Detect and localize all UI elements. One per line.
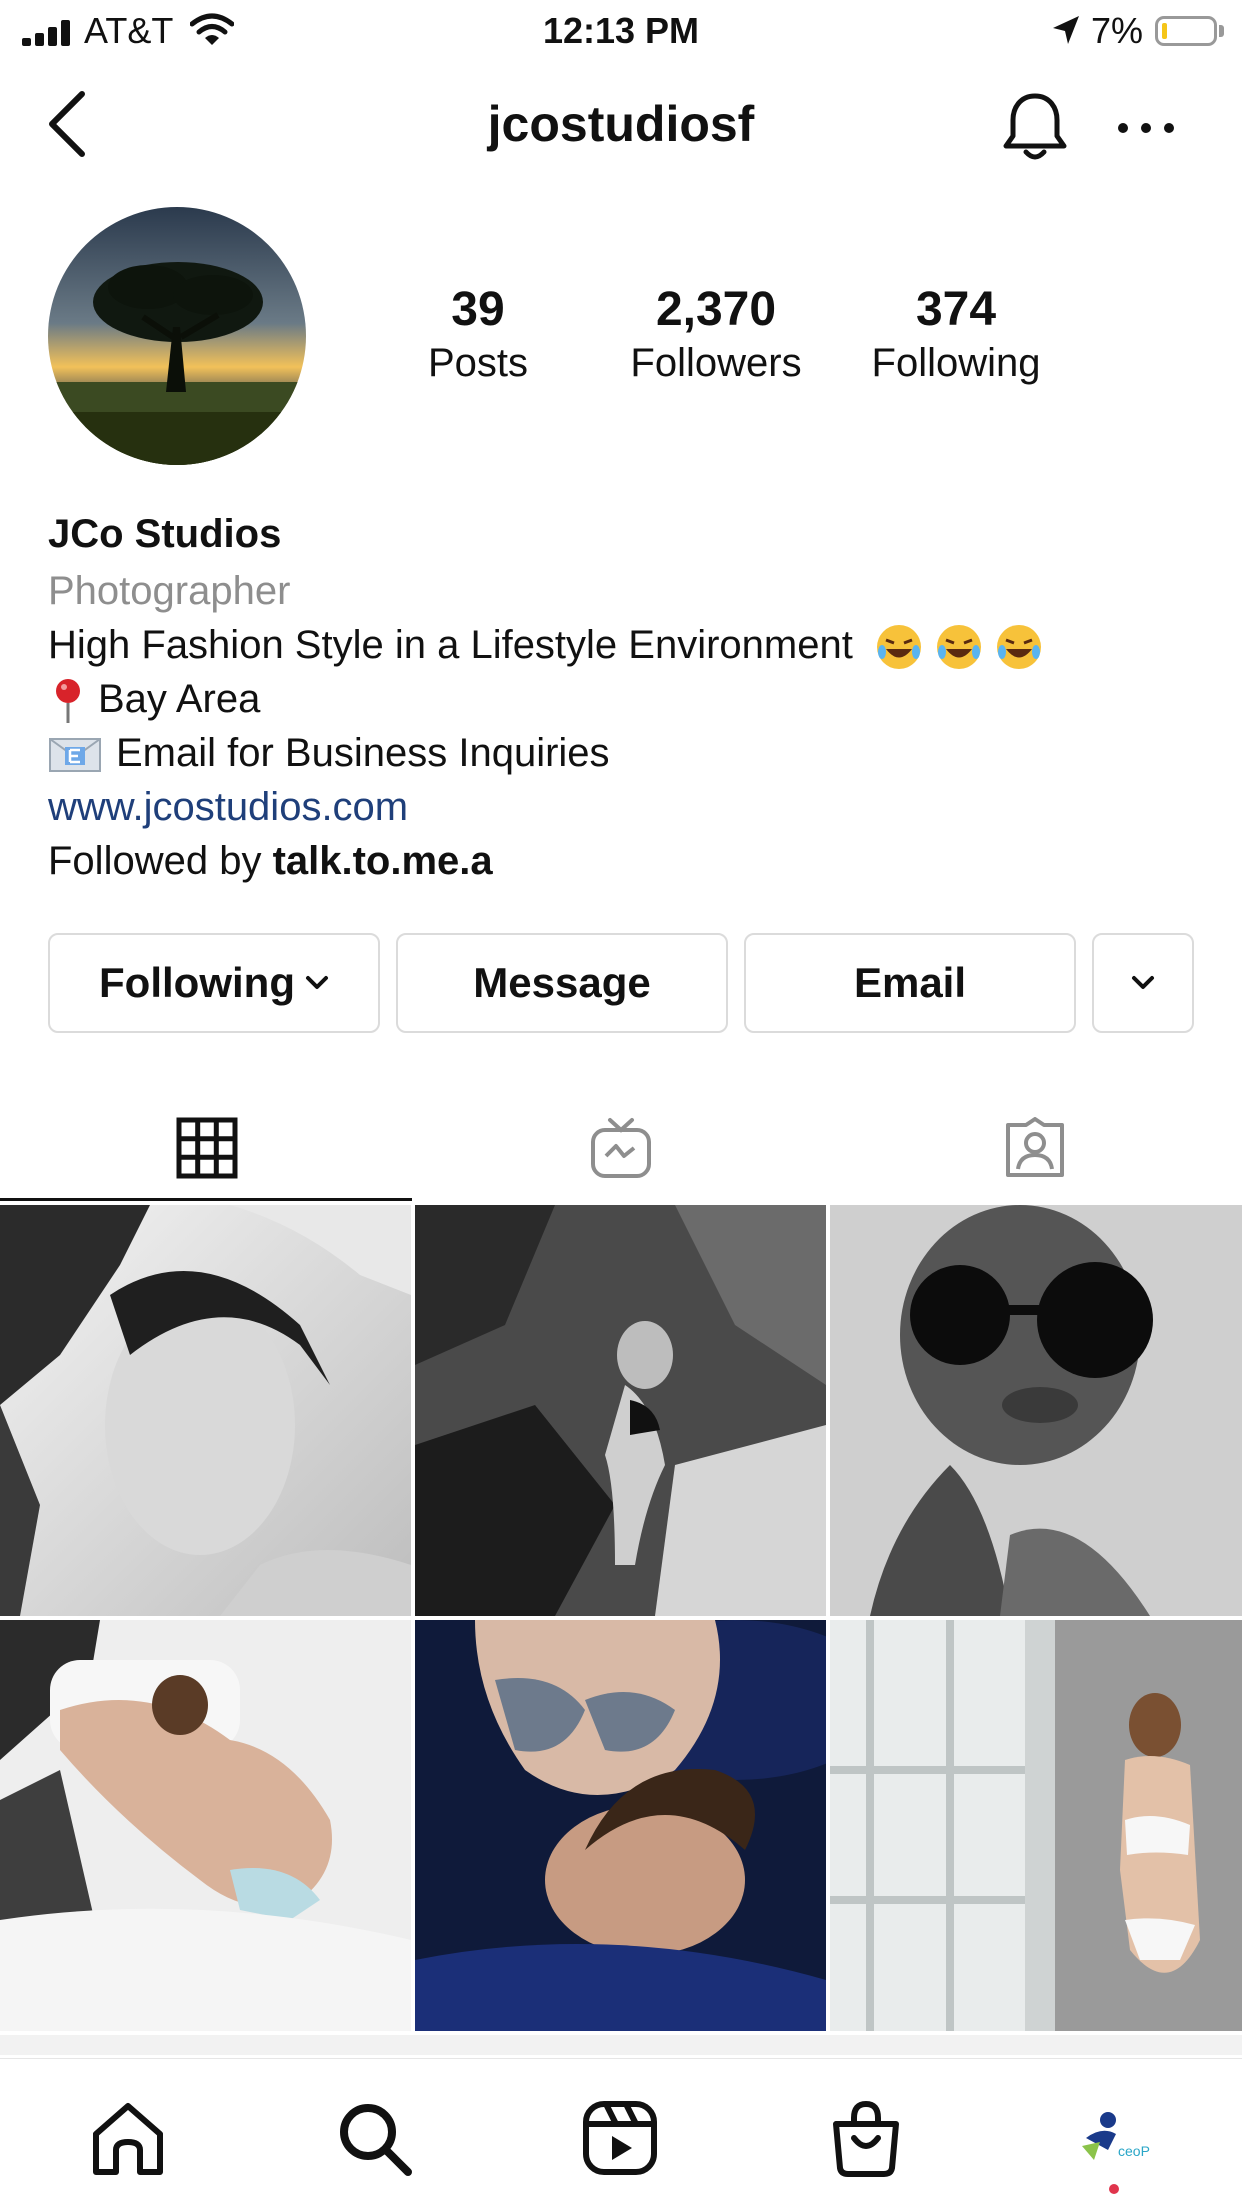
post-thumbnail-bw-portrait [0, 1205, 411, 1616]
tab-tagged[interactable] [828, 1096, 1242, 1200]
followed-by-user-link[interactable]: talk.to.me.a [273, 839, 493, 883]
grid-post-4[interactable] [0, 1620, 411, 2031]
bio-line-3-text: Email for Business Inquiries [116, 731, 610, 775]
profile-avatar[interactable] [48, 207, 306, 465]
stat-posts[interactable]: 39 Posts [368, 282, 588, 388]
battery-tip [1219, 25, 1224, 37]
stat-followers[interactable]: 2,370 Followers [606, 282, 826, 388]
home-icon[interactable] [88, 2098, 168, 2178]
bio-line-1: High Fashion Style in a Lifestyle Enviro… [48, 618, 1044, 672]
location-arrow-icon [1053, 16, 1079, 44]
bio-line-2: Bay Area [48, 672, 260, 726]
laughing-emoji-icon [876, 625, 921, 670]
stat-followers-value: 2,370 [655, 283, 777, 336]
shop-icon[interactable] [826, 2098, 906, 2178]
profile-tab-avatar[interactable]: ceoP [1072, 2098, 1152, 2178]
profile-category: Photographer [48, 569, 291, 613]
website-link[interactable]: www.jcostudios.com [48, 780, 408, 834]
followed-by: Followed by talk.to.me.a [48, 834, 493, 888]
post-thumbnail-blue-pillows [415, 1620, 826, 2031]
active-tab-indicator [0, 1198, 412, 1201]
ceop-logo: ceoP [1082, 2112, 1150, 2160]
message-button[interactable]: Message [396, 933, 728, 1033]
tagged-icon [1006, 1117, 1064, 1177]
bio-line-3: Email for Business Inquiries [48, 726, 610, 780]
bell-icon[interactable] [1000, 90, 1070, 162]
grid-post-1[interactable] [0, 1205, 411, 1616]
stat-following-value: 374 [915, 283, 997, 336]
stat-followers-label: Followers [630, 341, 802, 385]
post-thumbnail-window-lingerie [830, 1620, 1242, 2031]
igtv-icon [591, 1118, 651, 1178]
pin-emoji-icon [56, 679, 80, 724]
avatar-tree-sunset-image [48, 207, 306, 465]
email-button[interactable]: Email [744, 933, 1076, 1033]
laughing-emoji-icon [996, 625, 1041, 670]
laughing-emoji-icon [936, 625, 981, 670]
stat-posts-label: Posts [427, 341, 529, 385]
grid-post-3[interactable] [830, 1205, 1242, 1616]
chevron-down-icon [305, 976, 328, 989]
notification-dot [1109, 2184, 1119, 2194]
reels-icon[interactable] [580, 2098, 660, 2178]
tab-posts-grid[interactable] [0, 1096, 414, 1200]
email-button-label: Email [853, 959, 967, 1006]
grid-next-row-peek [0, 2035, 1242, 2055]
grid-icon [176, 1117, 238, 1179]
bio-line-2-text: Bay Area [98, 677, 261, 721]
post-thumbnail-bed [0, 1620, 411, 2031]
grid-post-6[interactable] [830, 1620, 1242, 2031]
following-button[interactable]: Following [48, 933, 380, 1033]
search-icon[interactable] [334, 2098, 414, 2178]
bio-line-1-text: High Fashion Style in a Lifestyle Enviro… [48, 623, 853, 667]
grid-post-5[interactable] [415, 1620, 826, 2031]
envelope-emoji-icon [49, 738, 101, 773]
tab-igtv[interactable] [414, 1096, 828, 1200]
more-options-button[interactable] [1118, 118, 1174, 138]
profile-name: JCo Studios [48, 512, 282, 556]
message-button-label: Message [473, 959, 651, 1006]
chevron-down-icon [1132, 976, 1154, 989]
status-bar: AT&T 12:13 PM 7% [0, 0, 1242, 64]
battery-level-fill [1162, 23, 1167, 39]
stat-following-label: Following [871, 341, 1041, 385]
post-thumbnail-bw-sunglasses [830, 1205, 1242, 1616]
following-button-label: Following [99, 959, 295, 1006]
ceop-logo-text: ceoP [1118, 2143, 1150, 2159]
battery-percent: 7% [1091, 10, 1144, 51]
followed-by-prefix: Followed by [48, 839, 273, 883]
battery-icon [1155, 16, 1217, 46]
post-thumbnail-bw-rocks [415, 1205, 826, 1616]
suggested-accounts-button[interactable] [1092, 933, 1194, 1033]
grid-post-2[interactable] [415, 1205, 826, 1616]
stat-following[interactable]: 374 Following [846, 282, 1066, 388]
stat-posts-value: 39 [451, 283, 505, 336]
